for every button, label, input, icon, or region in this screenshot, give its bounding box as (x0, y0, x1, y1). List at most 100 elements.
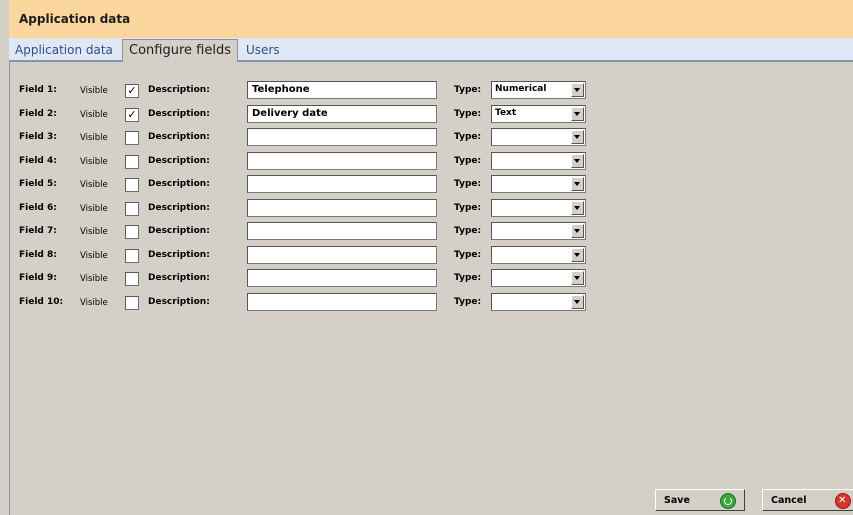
field-label: Field 4: (19, 155, 57, 166)
cancel-button[interactable]: Cancel (762, 489, 853, 511)
chevron-down-icon[interactable] (571, 271, 584, 285)
type-select[interactable] (491, 245, 586, 264)
field-row: Field 4: Visible Description: Type: (10, 151, 853, 174)
field-label: Field 5: (19, 179, 57, 189)
field-label: Field 2: (19, 108, 57, 119)
visible-label: Visible (80, 156, 108, 167)
visible-checkbox[interactable] (125, 295, 139, 310)
visible-label: Visible (80, 109, 108, 120)
type-select[interactable]: Numerical (491, 81, 586, 99)
description-input[interactable] (247, 292, 437, 311)
type-select-value: Text (495, 107, 517, 118)
type-label: Type: (454, 155, 482, 166)
description-label: Description: (148, 155, 210, 166)
tab-users[interactable]: Users (242, 41, 284, 60)
type-label: Type: (454, 202, 482, 213)
field-row: Field 9: Visible Description: Type: (10, 269, 853, 291)
field-row: Field 2: Visible ✓ Description: Delivery dat… (10, 104, 853, 127)
description-input[interactable] (247, 198, 437, 217)
tab-application-data[interactable]: Application data (11, 41, 117, 60)
chevron-down-icon[interactable] (571, 294, 584, 309)
visible-label: Visible (80, 297, 108, 308)
chevron-down-icon[interactable] (571, 130, 584, 144)
visible-label: Visible (80, 180, 108, 190)
app-window: Application data Application data Config… (0, 0, 853, 515)
chevron-down-icon[interactable] (571, 83, 584, 97)
field-row: Field 10: Visible Description: Type: (10, 292, 853, 315)
save-button[interactable]: Save (655, 489, 745, 511)
chevron-down-icon[interactable] (571, 224, 584, 238)
field-label: Field 10: (19, 296, 64, 307)
cancel-button-label: Cancel (771, 495, 807, 506)
description-label: Description: (148, 226, 210, 236)
visible-checkbox[interactable]: ✓ (125, 84, 139, 98)
type-select[interactable] (491, 175, 586, 193)
close-icon (835, 493, 851, 509)
type-select[interactable]: Text (491, 104, 586, 123)
configure-fields-panel: Field 1: Visible ✓ Description: Telephone Typ… (9, 62, 853, 515)
description-label: Description: (148, 249, 210, 260)
description-input[interactable] (247, 245, 437, 264)
type-label: Type: (454, 108, 482, 119)
field-label: Field 9: (19, 273, 57, 283)
description-label: Description: (148, 179, 210, 189)
visible-checkbox[interactable] (125, 248, 139, 263)
field-label: Field 1: (19, 85, 57, 95)
field-row: Field 5: Visible Description: Type: (10, 175, 853, 197)
save-button-label: Save (664, 495, 690, 506)
description-label: Description: (148, 273, 210, 283)
description-input[interactable] (247, 151, 437, 170)
field-label: Field 8: (19, 249, 57, 260)
type-select[interactable] (491, 151, 586, 170)
visible-checkbox[interactable] (125, 272, 139, 286)
description-input[interactable]: Telephone (247, 81, 437, 99)
type-select[interactable] (491, 198, 586, 217)
type-select[interactable] (491, 269, 586, 287)
type-select-value: Numerical (495, 84, 547, 94)
chevron-down-icon[interactable] (571, 200, 584, 215)
type-label: Type: (454, 85, 482, 95)
type-select[interactable] (491, 128, 586, 146)
visible-checkbox[interactable] (125, 201, 139, 216)
field-label: Field 7: (19, 226, 57, 236)
field-row: Field 3: Visible Description: Type: (10, 128, 853, 150)
type-label: Type: (454, 296, 482, 307)
visible-label: Visible (80, 250, 108, 261)
description-input[interactable] (247, 269, 437, 287)
field-row: Field 1: Visible ✓ Description: Telephone Typ… (10, 81, 853, 103)
visible-label: Visible (80, 274, 108, 284)
type-label: Type: (454, 132, 482, 142)
description-label: Description: (148, 296, 210, 307)
visible-label: Visible (80, 133, 108, 143)
type-label: Type: (454, 179, 482, 189)
visible-checkbox[interactable] (125, 154, 139, 169)
title-bar: Application data (9, 0, 853, 38)
chevron-down-icon[interactable] (571, 106, 584, 121)
description-input[interactable] (247, 128, 437, 146)
description-input[interactable] (247, 222, 437, 240)
type-label: Type: (454, 273, 482, 283)
visible-checkbox[interactable] (125, 131, 139, 145)
description-input[interactable] (247, 175, 437, 193)
visible-checkbox[interactable]: ✓ (125, 107, 139, 122)
visible-checkbox[interactable] (125, 225, 139, 239)
description-label: Description: (148, 202, 210, 213)
type-select[interactable] (491, 292, 586, 311)
type-label: Type: (454, 249, 482, 260)
tab-strip: Application data Configure fields Users (9, 38, 853, 62)
description-label: Description: (148, 108, 210, 119)
field-row: Field 6: Visible Description: Type: (10, 198, 853, 221)
refresh-icon (720, 493, 736, 509)
chevron-down-icon[interactable] (571, 247, 584, 262)
type-select[interactable] (491, 222, 586, 240)
type-label: Type: (454, 226, 482, 236)
description-input[interactable]: Delivery date (247, 104, 437, 123)
description-label: Description: (148, 85, 210, 95)
field-label: Field 6: (19, 202, 57, 213)
chevron-down-icon[interactable] (571, 153, 584, 168)
tab-configure-fields[interactable]: Configure fields (122, 39, 238, 62)
visible-label: Visible (80, 203, 108, 214)
chevron-down-icon[interactable] (571, 177, 584, 191)
visible-label: Visible (80, 227, 108, 237)
visible-checkbox[interactable] (125, 178, 139, 192)
